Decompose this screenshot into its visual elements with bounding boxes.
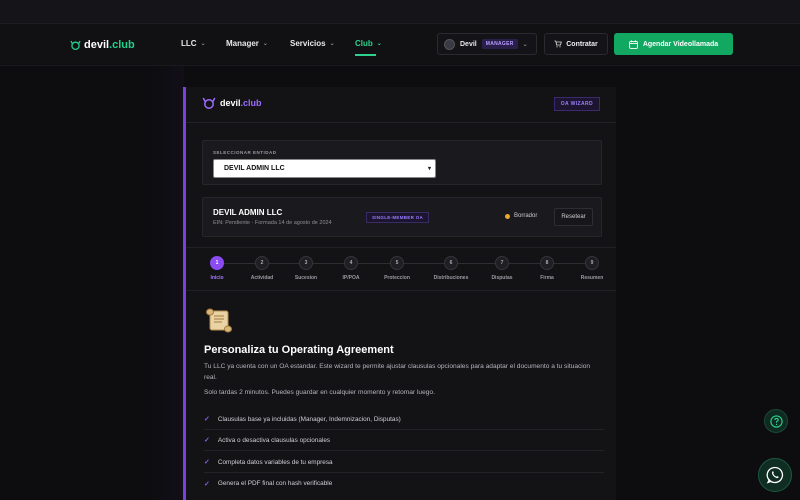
feature-list-item: ✓ Clausulas base ya incluidas (Manager, I… (204, 409, 604, 430)
step-number: 4 (344, 256, 358, 270)
step-number: 6 (444, 256, 458, 270)
feature-list-item: ✓ Genera el PDF final con hash verificabl… (204, 473, 604, 494)
feature-text: Completa datos variables de tu empresa (217, 458, 333, 466)
status-label: Borrador (514, 213, 538, 219)
calendar-icon (628, 39, 638, 49)
devil-logo-icon (202, 97, 216, 109)
chevron-down-icon: ▾ (427, 166, 431, 172)
step-number: 5 (390, 256, 404, 270)
step-actividad[interactable]: 2 Actividad (242, 256, 282, 281)
scroll-icon (206, 308, 232, 333)
nav-item-llc[interactable]: LLC ⌄ (181, 39, 206, 48)
entity-select-value: DEVIL ADMIN LLC (224, 165, 285, 172)
contratar-button[interactable]: Contratar (544, 33, 608, 55)
site-logo[interactable]: devil .club (70, 39, 135, 51)
check-icon: ✓ (204, 416, 210, 423)
top-navigation: devil .club LLC ⌄ Manager ⌄ Servicios ⌄ Club… (0, 24, 800, 66)
chevron-down-icon: ⌄ (262, 41, 268, 47)
step-label: Actividad (250, 275, 274, 281)
chevron-down-icon: ⌄ (522, 41, 528, 48)
oa-type-badge: SINGLE-MEMBER OA (366, 212, 430, 223)
step-label: Resumen (580, 275, 604, 281)
step-number: 2 (255, 256, 269, 270)
status-dot-icon (505, 213, 510, 219)
nav-item-servicios[interactable]: Servicios ⌄ (290, 39, 335, 48)
nav-item-club[interactable]: Club ⌄ (355, 39, 382, 56)
panel-logo: devil .club (202, 97, 262, 109)
entity-selector-label: SELECCIONAR ENTIDAD (213, 150, 277, 155)
logo-text-accent: .club (109, 39, 135, 51)
video-call-label: Agendar Videollamada (642, 40, 719, 48)
feature-list-item: ✓ Completa datos variables de tu empresa (204, 452, 604, 473)
schedule-video-call-button[interactable]: Agendar Videollamada (614, 33, 733, 55)
status-badge: Borrador (505, 213, 537, 219)
check-icon: ✓ (204, 437, 210, 444)
feature-text: Genera el PDF final con hash verificable (217, 480, 333, 487)
step-firma[interactable]: 8 Firma (527, 256, 567, 281)
step-distribuciones[interactable]: 6 Distribuciones (431, 256, 471, 281)
entity-select[interactable]: DEVIL ADMIN LLC ▾ (213, 159, 436, 178)
whatsapp-icon (766, 466, 784, 484)
step-number: 3 (299, 256, 313, 270)
panel-header: devil .club OA WIZARD (186, 87, 616, 123)
nav-item-label: Servicios (290, 39, 326, 48)
whatsapp-button[interactable] (758, 458, 792, 492)
step-resumen[interactable]: 9 Resumen (572, 256, 612, 281)
step-label: IP/POA (342, 275, 360, 281)
step-label: Disputas (491, 275, 513, 281)
top-strip (0, 0, 800, 24)
step-label: Proteccion (384, 275, 410, 281)
panel-logo-accent: .club (240, 98, 262, 108)
check-icon: ✓ (204, 459, 210, 466)
entity-selector-card: SELECCIONAR ENTIDAD DEVIL ADMIN LLC ▾ (202, 140, 602, 185)
oa-wizard-panel: devil .club OA WIZARD SELECCIONAR ENTIDAD… (183, 87, 616, 500)
avatar (444, 38, 455, 50)
oa-wizard-badge: OA WIZARD (553, 97, 600, 111)
step-number: 7 (495, 256, 509, 270)
help-icon (769, 414, 783, 428)
entity-summary-card: DEVIL ADMIN LLC EIN: Pendiente · Formada… (202, 197, 602, 237)
decorative-glow (150, 66, 184, 500)
step-proteccion[interactable]: 5 Proteccion (377, 256, 417, 281)
role-badge: MANAGER (481, 39, 518, 49)
step-number: 1 (210, 256, 224, 270)
user-menu[interactable]: Devil MANAGER ⌄ (437, 33, 537, 55)
feature-text: Activa o desactiva clausulas opcionales (217, 436, 331, 444)
contratar-label: Contratar (566, 40, 598, 48)
step-label: Firma (540, 275, 554, 281)
panel-logo-main: devil (220, 98, 241, 108)
step-sucesion[interactable]: 3 Sucesion (286, 256, 326, 281)
feature-list-item: ✓ Activa o desactiva clausulas opcionales (204, 430, 604, 451)
chevron-down-icon: ⌄ (376, 41, 382, 47)
reset-button[interactable]: Resetear (554, 208, 593, 226)
chevron-down-icon: ⌄ (200, 41, 206, 47)
step-label: Inicio (210, 275, 224, 281)
check-icon: ✓ (204, 480, 210, 488)
nav-item-label: LLC (181, 39, 197, 48)
devil-logo-icon (70, 40, 81, 50)
help-button[interactable] (764, 409, 788, 433)
entity-name: DEVIL ADMIN LLC (213, 208, 283, 217)
step-number: 9 (585, 256, 599, 270)
step-disputas[interactable]: 7 Disputas (482, 256, 522, 281)
time-hint: Solo tardas 2 minutos. Puedes guardar en… (204, 389, 435, 396)
step-number: 8 (540, 256, 554, 270)
user-name: Devil (460, 40, 477, 48)
feature-text: Clausulas base ya incluidas (Manager, In… (217, 415, 401, 423)
entity-details: EIN: Pendiente · Formada 14 de agosto de… (213, 220, 332, 226)
step-ip-poa[interactable]: 4 IP/POA (331, 256, 371, 281)
chevron-down-icon: ⌄ (329, 41, 335, 47)
intro-paragraph: Tu LLC ya cuenta con un OA estandar. Est… (204, 363, 591, 381)
nav-item-label: Club (355, 39, 373, 48)
logo-text-main: devil (84, 39, 110, 51)
cart-icon (554, 40, 563, 48)
page-title: Personaliza tu Operating Agreement (204, 344, 394, 356)
nav-item-manager[interactable]: Manager ⌄ (226, 39, 268, 48)
step-label: Sucesion (294, 275, 318, 281)
nav-item-label: Manager (226, 39, 259, 48)
step-label: Distribuciones (433, 275, 469, 281)
step-inicio[interactable]: 1 Inicio (197, 256, 237, 281)
